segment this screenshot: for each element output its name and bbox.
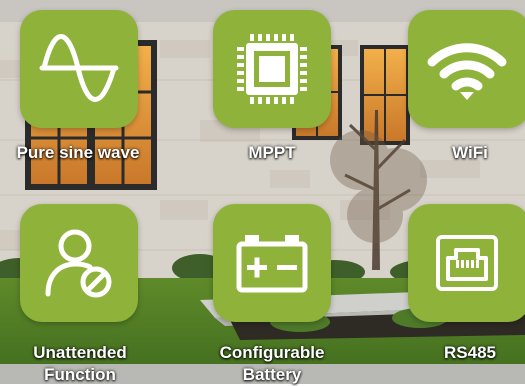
feature-label-wifi: WiFi: [452, 143, 488, 162]
feature-tile-mppt: [213, 10, 331, 128]
feature-label-pure-sine-wave: Pure sine wave: [16, 143, 140, 162]
feature-label-rs485: RS485: [444, 343, 496, 362]
chip-icon: [237, 34, 307, 104]
feature-label-configurable-battery: Configurable Battery: [219, 343, 325, 384]
feature-tile-rs485: [408, 204, 525, 322]
feature-tile-pure-sine-wave: [20, 10, 138, 128]
feature-tile-wifi: [408, 10, 525, 128]
feature-label-unattended-function: Unattended Function: [33, 343, 127, 384]
feature-tile-configurable-battery: [213, 204, 331, 322]
wifi-icon: [427, 43, 507, 100]
feature-label-mppt: MPPT: [248, 143, 296, 162]
ethernet-port-icon: [436, 235, 498, 291]
sine-wave-icon: [39, 34, 119, 102]
user-block-icon: [45, 229, 112, 298]
battery-icon: [236, 235, 308, 293]
feature-tile-unattended-function: [20, 204, 138, 322]
